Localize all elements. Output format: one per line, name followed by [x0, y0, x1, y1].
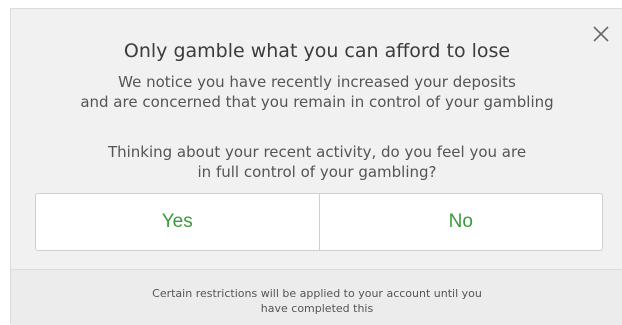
deposit-notice-line-1: We notice you have recently increased yo…: [118, 73, 516, 91]
dialog-footer: Certain restrictions will be applied to …: [11, 269, 622, 325]
answer-button-group: Yes No: [35, 193, 603, 251]
restriction-notice: Certain restrictions will be applied to …: [11, 286, 622, 316]
yes-button[interactable]: Yes: [36, 194, 319, 250]
control-question: Thinking about your recent activity, do …: [11, 142, 622, 182]
restriction-notice-line-2: have completed this: [260, 302, 374, 315]
control-question-line-2: in full control of your gambling?: [197, 163, 437, 181]
deposit-notice-line-2: and are concerned that you remain in con…: [80, 93, 554, 111]
dialog-title: Only gamble what you can afford to lose: [123, 40, 511, 62]
no-button[interactable]: No: [320, 194, 603, 250]
gambling-control-dialog: Only gamble what you can afford to lose …: [10, 8, 622, 325]
deposit-notice-message: We notice you have recently increased yo…: [11, 72, 622, 112]
restriction-notice-line-1: Certain restrictions will be applied to …: [152, 287, 482, 300]
control-question-line-1: Thinking about your recent activity, do …: [107, 143, 527, 161]
